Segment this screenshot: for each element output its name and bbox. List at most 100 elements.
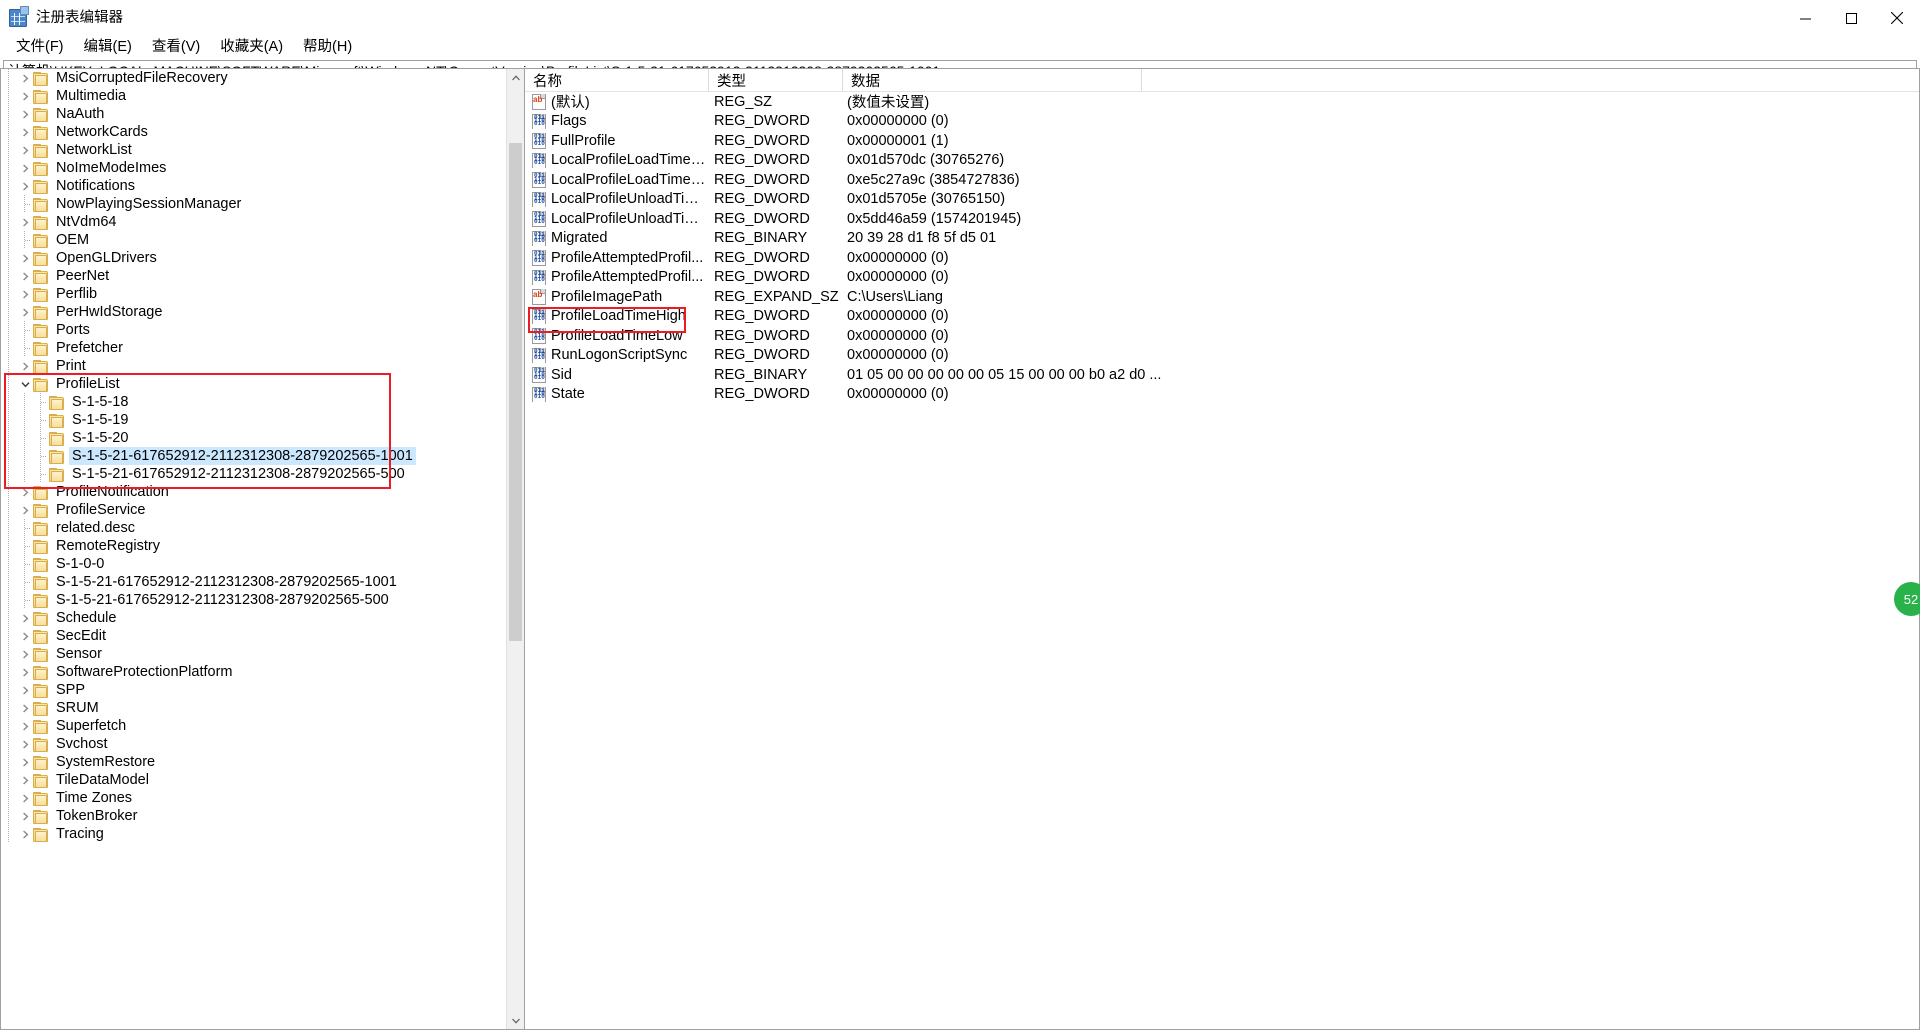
- tree-scroll-down-icon[interactable]: [507, 1012, 524, 1029]
- value-row[interactable]: 011 110 010 ProfileLoadTimeHigh REG_DWORD 0…: [525, 307, 1919, 327]
- tree-item[interactable]: PeerNet: [1, 267, 507, 285]
- chevron-right-icon[interactable]: [17, 267, 33, 285]
- value-row[interactable]: 011 110 010 FullProfile REG_DWORD 0x0000000…: [525, 131, 1919, 151]
- tree-scroll-up-icon[interactable]: [507, 69, 524, 86]
- chevron-right-icon[interactable]: [17, 87, 33, 105]
- chevron-right-icon[interactable]: [17, 357, 33, 375]
- value-row[interactable]: 011 110 010 State REG_DWORD 0x00000000 (0): [525, 385, 1919, 405]
- tree-item[interactable]: NetworkList: [1, 141, 507, 159]
- value-row[interactable]: 011 110 010 Migrated REG_BINARY 20 39 28 d1…: [525, 229, 1919, 249]
- chevron-right-icon[interactable]: [17, 627, 33, 645]
- chevron-right-icon[interactable]: [17, 681, 33, 699]
- tree-item[interactable]: S-1-5-19: [1, 411, 507, 429]
- menu-edit[interactable]: 编辑(E): [74, 36, 142, 58]
- chevron-right-icon[interactable]: [17, 699, 33, 717]
- tree-item[interactable]: S-1-5-21-617652912-2112312308-2879202565…: [1, 465, 507, 483]
- value-row[interactable]: 011 110 010 LocalProfileLoadTimeHi... REG_…: [525, 151, 1919, 171]
- tree-scroll-thumb[interactable]: [509, 143, 522, 641]
- minimize-button[interactable]: [1782, 0, 1828, 36]
- chevron-right-icon[interactable]: [17, 177, 33, 195]
- tree-item[interactable]: related.desc: [1, 519, 507, 537]
- tree-item[interactable]: SecEdit: [1, 627, 507, 645]
- column-header-data[interactable]: 数据: [843, 69, 1142, 91]
- menu-help[interactable]: 帮助(H): [293, 36, 362, 58]
- chevron-right-icon[interactable]: [17, 753, 33, 771]
- value-row[interactable]: 011 110 010 LocalProfileUnloadTime... REG_…: [525, 209, 1919, 229]
- tree-item[interactable]: S-1-5-21-617652912-2112312308-2879202565…: [1, 591, 507, 609]
- tree-item[interactable]: Ports: [1, 321, 507, 339]
- chevron-right-icon[interactable]: [17, 213, 33, 231]
- tree-item[interactable]: SystemRestore: [1, 753, 507, 771]
- tree-item[interactable]: Perflib: [1, 285, 507, 303]
- value-row[interactable]: 011 110 010 LocalProfileLoadTimeL... REG_D…: [525, 170, 1919, 190]
- tree-item[interactable]: Notifications: [1, 177, 507, 195]
- column-header-type[interactable]: 类型: [709, 69, 843, 91]
- tree-item[interactable]: ProfileNotification: [1, 483, 507, 501]
- chevron-right-icon[interactable]: [17, 285, 33, 303]
- chevron-right-icon[interactable]: [17, 141, 33, 159]
- value-row[interactable]: 011 110 010 ProfileAttemptedProfil... REG_…: [525, 268, 1919, 288]
- tree-item[interactable]: NetworkCards: [1, 123, 507, 141]
- close-button[interactable]: [1874, 0, 1920, 36]
- chevron-right-icon[interactable]: [17, 501, 33, 519]
- menu-file[interactable]: 文件(F): [6, 36, 74, 58]
- tree-item[interactable]: SPP: [1, 681, 507, 699]
- tree-item[interactable]: Tracing: [1, 825, 507, 843]
- tree-item[interactable]: NtVdm64: [1, 213, 507, 231]
- tree-item[interactable]: MsiCorruptedFileRecovery: [1, 69, 507, 87]
- menu-view[interactable]: 查看(V): [142, 36, 210, 58]
- tree-item[interactable]: NowPlayingSessionManager: [1, 195, 507, 213]
- value-row[interactable]: ab ProfileImagePath REG_EXPAND_SZ C:\Users\…: [525, 287, 1919, 307]
- chevron-right-icon[interactable]: [17, 771, 33, 789]
- tree-item[interactable]: SoftwareProtectionPlatform: [1, 663, 507, 681]
- chevron-right-icon[interactable]: [17, 717, 33, 735]
- tree-item[interactable]: TokenBroker: [1, 807, 507, 825]
- chevron-right-icon[interactable]: [17, 105, 33, 123]
- tree-item[interactable]: SRUM: [1, 699, 507, 717]
- tree-item[interactable]: Prefetcher: [1, 339, 507, 357]
- tree-item[interactable]: S-1-5-18: [1, 393, 507, 411]
- chevron-right-icon[interactable]: [17, 825, 33, 843]
- tree-item[interactable]: OEM: [1, 231, 507, 249]
- chevron-right-icon[interactable]: [17, 483, 33, 501]
- maximize-button[interactable]: [1828, 0, 1874, 36]
- chevron-right-icon[interactable]: [17, 789, 33, 807]
- value-row[interactable]: 011 110 010 ProfileLoadTimeLow REG_DWORD 0x…: [525, 326, 1919, 346]
- chevron-right-icon[interactable]: [17, 609, 33, 627]
- tree-item[interactable]: Superfetch: [1, 717, 507, 735]
- tree-item[interactable]: Time Zones: [1, 789, 507, 807]
- floating-badge[interactable]: 52: [1894, 582, 1920, 616]
- column-header-name[interactable]: 名称: [525, 69, 709, 91]
- tree-item[interactable]: S-1-5-21-617652912-2112312308-2879202565…: [1, 447, 507, 465]
- tree-scrollbar[interactable]: [506, 69, 524, 1029]
- tree-item[interactable]: S-1-5-21-617652912-2112312308-2879202565…: [1, 573, 507, 591]
- menu-favorites[interactable]: 收藏夹(A): [210, 36, 293, 58]
- chevron-right-icon[interactable]: [17, 663, 33, 681]
- chevron-right-icon[interactable]: [17, 249, 33, 267]
- value-row[interactable]: ab (默认) REG_SZ (数值未设置): [525, 92, 1919, 112]
- chevron-right-icon[interactable]: [17, 303, 33, 321]
- tree-item[interactable]: Multimedia: [1, 87, 507, 105]
- tree-item[interactable]: OpenGLDrivers: [1, 249, 507, 267]
- chevron-right-icon[interactable]: [17, 123, 33, 141]
- tree-item[interactable]: ProfileList: [1, 375, 507, 393]
- tree-item[interactable]: S-1-5-20: [1, 429, 507, 447]
- chevron-right-icon[interactable]: [17, 69, 33, 87]
- chevron-right-icon[interactable]: [17, 159, 33, 177]
- tree-item[interactable]: PerHwIdStorage: [1, 303, 507, 321]
- tree-item[interactable]: TileDataModel: [1, 771, 507, 789]
- value-row[interactable]: 011 110 010 ProfileAttemptedProfil... REG_…: [525, 248, 1919, 268]
- chevron-right-icon[interactable]: [17, 645, 33, 663]
- chevron-down-icon[interactable]: [17, 375, 33, 393]
- tree-item[interactable]: RemoteRegistry: [1, 537, 507, 555]
- tree-item[interactable]: NaAuth: [1, 105, 507, 123]
- chevron-right-icon[interactable]: [17, 735, 33, 753]
- tree-item[interactable]: Print: [1, 357, 507, 375]
- tree-item[interactable]: ProfileService: [1, 501, 507, 519]
- tree-item[interactable]: Svchost: [1, 735, 507, 753]
- value-row[interactable]: 011 110 010 LocalProfileUnloadTime... REG_…: [525, 190, 1919, 210]
- value-row[interactable]: 011 110 010 RunLogonScriptSync REG_DWORD 0x…: [525, 346, 1919, 366]
- tree-item[interactable]: NoImeModeImes: [1, 159, 507, 177]
- value-row[interactable]: 011 110 010 Flags REG_DWORD 0x00000000 (0): [525, 112, 1919, 132]
- tree-item[interactable]: S-1-0-0: [1, 555, 507, 573]
